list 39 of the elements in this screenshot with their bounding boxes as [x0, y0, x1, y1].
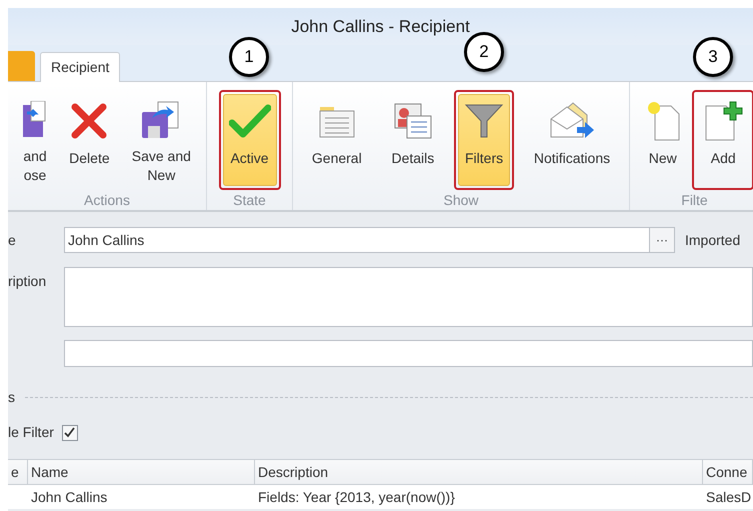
- group-label: State: [232, 191, 267, 210]
- checkbox[interactable]: [62, 424, 78, 440]
- ribbon-button[interactable]: Save and New: [122, 90, 201, 190]
- checkmark-icon: [228, 103, 270, 139]
- field-label: ription: [8, 272, 48, 291]
- section-label: s: [8, 388, 15, 407]
- ribbon-button[interactable]: New: [634, 90, 691, 190]
- ribbon-button[interactable]: General: [302, 90, 372, 190]
- browse-button[interactable]: ···: [649, 228, 674, 252]
- input-field[interactable]: [64, 340, 753, 367]
- ribbon-button[interactable]: Delete: [59, 90, 120, 190]
- field-label: le Filter: [8, 423, 54, 442]
- table-cell-text: SalesD: [705, 488, 752, 506]
- delete-icon: [70, 102, 108, 140]
- envelope-icon: [548, 101, 595, 141]
- ribbon-button[interactable]: and ose: [13, 90, 58, 190]
- ribbon-button[interactable]: Notifications: [524, 90, 620, 190]
- column-header[interactable]: e: [8, 460, 28, 484]
- ribbon-button[interactable]: Add: [692, 90, 753, 190]
- name-field[interactable]: John Callins ···: [64, 227, 675, 253]
- group-label: Show: [442, 191, 480, 210]
- save-icon: [23, 101, 48, 139]
- file-tab[interactable]: [8, 51, 35, 81]
- ribbon-button[interactable]: Filters: [454, 90, 514, 190]
- description-field[interactable]: [64, 267, 753, 327]
- group-label: Filte: [680, 191, 709, 210]
- ribbon-button[interactable]: Active: [218, 90, 280, 190]
- table-cell-text: John Callins: [30, 488, 108, 506]
- column-header[interactable]: Description: [255, 460, 703, 484]
- ribbon-tab[interactable]: Recipient: [40, 52, 120, 82]
- group-label: Actions: [83, 191, 131, 210]
- field-label: e: [8, 230, 17, 250]
- table-cell-text: Fields: Year {2013, year(now())}: [257, 488, 456, 507]
- contact-card-icon: [392, 102, 433, 140]
- ribbon-button[interactable]: Details: [381, 90, 444, 190]
- column-header[interactable]: Name: [28, 460, 255, 484]
- column-header[interactable]: Conne: [703, 460, 753, 484]
- checkmark-icon: [64, 427, 76, 438]
- field-label: Imported: [685, 230, 740, 250]
